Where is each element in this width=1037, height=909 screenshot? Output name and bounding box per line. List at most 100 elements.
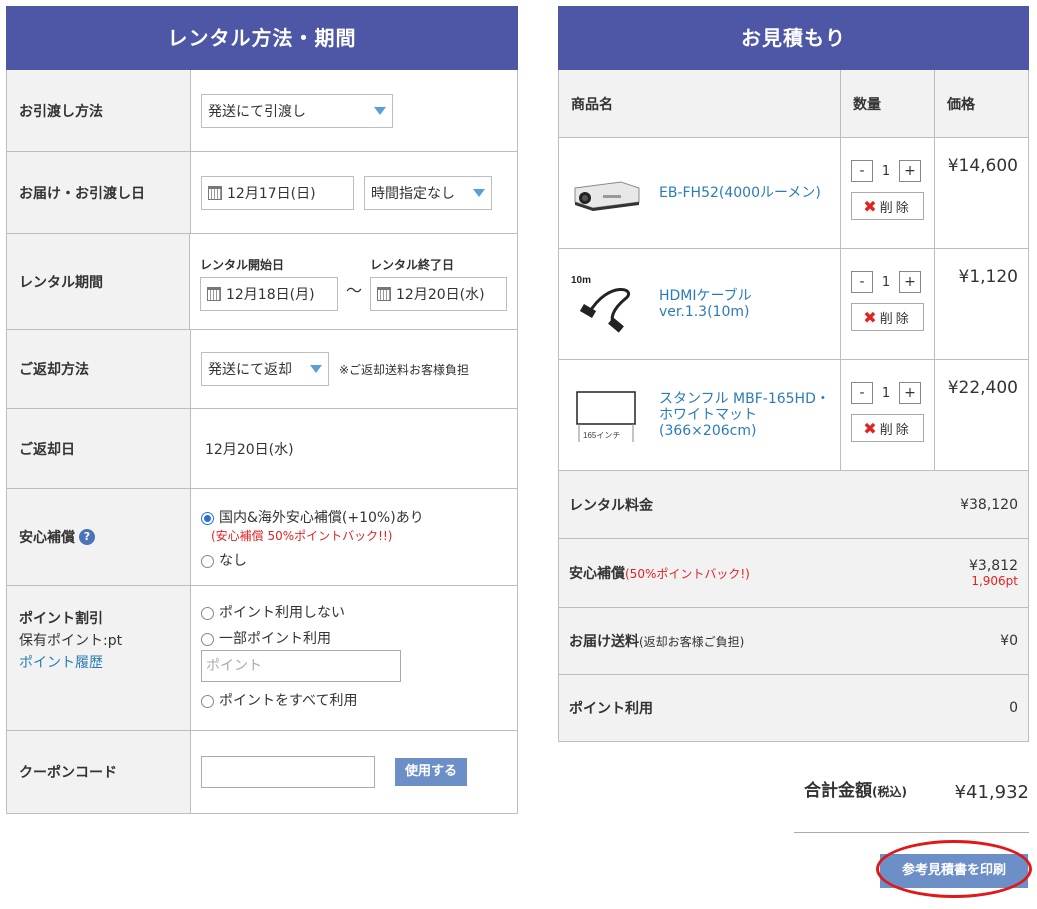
chevron-down-icon	[473, 188, 485, 197]
insurance-fee-note: (50%ポイントバック!)	[625, 567, 750, 581]
total-value: ¥41,932	[954, 782, 1029, 803]
radio-icon[interactable]	[201, 632, 214, 646]
item-price: ¥14,600	[947, 156, 1018, 176]
calendar-icon	[206, 287, 221, 301]
points-label: ポイント割引	[19, 611, 103, 627]
screen-image: 165インチ	[576, 391, 636, 442]
close-icon: ✖	[863, 196, 877, 216]
radio-icon[interactable]	[201, 554, 214, 568]
delete-item-button[interactable]: ✖ 削除	[851, 303, 924, 331]
rental-fee-value: ¥38,120	[960, 496, 1018, 513]
coupon-label: クーポンコード	[7, 731, 191, 813]
qty-value: 1	[881, 163, 891, 179]
points-option-all[interactable]: ポイントをすべて利用	[201, 690, 507, 710]
points-history-link[interactable]: ポイント履歴	[19, 652, 178, 672]
estimate-panel: お見積もり 商品名 数量 価格 EB-FH52(4000ルーメン) - 1 + …	[558, 6, 1029, 742]
radio-icon[interactable]	[201, 606, 214, 620]
estimate-header-row: 商品名 数量 価格	[559, 70, 1028, 137]
col-price: 価格	[947, 96, 975, 113]
insurance-fee-label: 安心補償	[569, 566, 625, 582]
delivery-method-select[interactable]: 発送にて引渡し	[201, 93, 393, 128]
points-option-partial[interactable]: 一部ポイント利用	[201, 628, 507, 648]
delivery-method-label: お引渡し方法	[7, 70, 191, 151]
item-name[interactable]: HDMIケーブルver.1.3(10m)	[659, 288, 830, 320]
return-date-value: 12月20日(水)	[205, 441, 294, 458]
rental-fee-label: レンタル料金	[569, 497, 653, 514]
qty-value: 1	[881, 274, 891, 290]
insurance-row: 安心補償 ? 国内&海外安心補償(+10%)あり (安心補償 50%ポイントバッ…	[7, 488, 517, 585]
rental-end-date-picker[interactable]: 12月20日(水)	[370, 277, 507, 311]
qty-value: 1	[881, 385, 891, 401]
quantity-stepper: - 1 +	[851, 271, 934, 293]
increase-qty-button[interactable]: +	[899, 382, 921, 404]
shipping-fee-value: ¥0	[1000, 633, 1018, 649]
points-used-value: 0	[1009, 700, 1018, 716]
rental-start-label: レンタル開始日	[199, 258, 284, 272]
rental-fee-row: レンタル料金 ¥38,120	[559, 470, 1028, 538]
points-row: ポイント割引 保有ポイント:pt ポイント履歴 ポイント利用しない 一部ポイント…	[7, 585, 517, 730]
decrease-qty-button[interactable]: -	[851, 160, 873, 182]
return-method-select[interactable]: 発送にて返却	[201, 352, 329, 386]
insurance-option-no[interactable]: なし	[201, 550, 507, 570]
screen-size-text: 165インチ	[583, 431, 620, 440]
col-qty: 数量	[841, 70, 935, 137]
estimate-title: お見積もり	[558, 6, 1029, 70]
cart-item-row: EB-FH52(4000ルーメン) - 1 + ✖ 削除 ¥14,600	[559, 137, 1028, 248]
insurance-pointback-note: (安心補償 50%ポイントバック!!)	[211, 529, 393, 543]
points-input[interactable]: ポイント	[201, 650, 401, 682]
hdmi-cable-image: 10m	[571, 275, 631, 333]
return-method-label: ご返却方法	[7, 330, 191, 408]
quantity-stepper: - 1 +	[851, 382, 934, 404]
held-points: 保有ポイント:pt	[19, 633, 123, 649]
points-option-none[interactable]: ポイント利用しない	[201, 602, 507, 622]
item-name[interactable]: スタンフル MBF-165HD・ホワイトマット(366×206cm)	[659, 391, 830, 439]
insurance-label: 安心補償	[19, 530, 75, 546]
period-tilde: 〜	[345, 281, 362, 300]
insurance-option-yes[interactable]: 国内&海外安心補償(+10%)あり	[201, 507, 507, 527]
shipping-fee-note: (返却お客様ご負担)	[639, 635, 745, 649]
help-icon[interactable]: ?	[79, 529, 95, 545]
close-icon: ✖	[863, 307, 877, 327]
cart-item-row: 165インチ スタンフル MBF-165HD・ホワイトマット(366×206cm…	[559, 359, 1028, 470]
decrease-qty-button[interactable]: -	[851, 382, 873, 404]
cable-length-text: 10m	[571, 275, 591, 286]
delete-item-button[interactable]: ✖ 削除	[851, 414, 924, 442]
item-name[interactable]: EB-FH52(4000ルーメン)	[659, 185, 821, 201]
points-used-label: ポイント利用	[569, 701, 653, 717]
increase-qty-button[interactable]: +	[899, 271, 921, 293]
total-amount: 合計金額(税込) ¥41,932	[794, 780, 1029, 833]
estimate-table: 商品名 数量 価格 EB-FH52(4000ルーメン) - 1 + ✖ 削除 ¥…	[558, 70, 1029, 742]
shipping-fee-row: お届け送料(返却お客様ご負担) ¥0	[559, 607, 1028, 674]
radio-icon[interactable]	[201, 694, 214, 708]
coupon-row: クーポンコード 使用する	[7, 730, 517, 813]
item-price: ¥1,120	[958, 267, 1018, 287]
calendar-icon	[377, 287, 391, 301]
cart-item-row: 10m HDMIケーブルver.1.3(10m) - 1 + ✖ 削除 ¥1,12…	[559, 248, 1028, 359]
print-estimate-button[interactable]: 参考見積書を印刷	[880, 854, 1028, 888]
delivery-date-label: お届け・お引渡し日	[7, 152, 191, 233]
rental-period-label: レンタル期間	[7, 234, 190, 329]
col-product: 商品名	[559, 70, 841, 137]
coupon-input[interactable]	[201, 756, 375, 788]
return-date-label: ご返却日	[7, 409, 191, 488]
insurance-points-value: 1,906pt	[971, 574, 1018, 588]
increase-qty-button[interactable]: +	[899, 160, 921, 182]
delivery-date-picker[interactable]: 12月17日(日)	[201, 175, 354, 210]
delivery-time-select[interactable]: 時間指定なし	[364, 175, 492, 210]
rental-form-table: お引渡し方法 発送にて引渡し お届け・お引渡し日 12月17日(日) 時間指定な…	[6, 70, 518, 814]
delivery-method-row: お引渡し方法 発送にて引渡し	[7, 70, 517, 151]
chevron-down-icon	[374, 106, 386, 115]
insurance-fee-row: 安心補償(50%ポイントバック!) ¥3,812 1,906pt	[559, 538, 1028, 607]
rental-method-title: レンタル方法・期間	[6, 6, 518, 70]
rental-start-date-picker[interactable]: 12月18日(月)	[199, 277, 338, 311]
decrease-qty-button[interactable]: -	[851, 271, 873, 293]
item-price: ¥22,400	[947, 378, 1018, 398]
rental-period-row: レンタル期間 レンタル開始日 12月18日(月) 〜 レンタル終了日 12月20…	[7, 233, 517, 329]
use-coupon-button[interactable]: 使用する	[395, 758, 468, 786]
tax-included-label: (税込)	[872, 785, 907, 799]
rental-method-panel: レンタル方法・期間 お引渡し方法 発送にて引渡し お届け・お引渡し日 12月17…	[6, 6, 518, 814]
quantity-stepper: - 1 +	[851, 160, 934, 182]
radio-selected-icon[interactable]	[201, 511, 214, 525]
delete-item-button[interactable]: ✖ 削除	[851, 192, 924, 220]
insurance-fee-value: ¥3,812	[969, 558, 1018, 574]
